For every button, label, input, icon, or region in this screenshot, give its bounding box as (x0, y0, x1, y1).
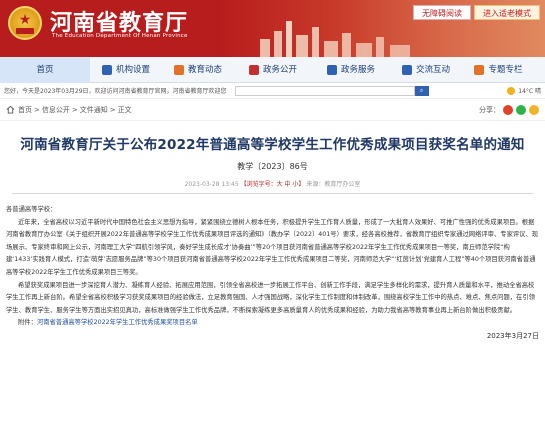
article-body: 各普通高等学校： 近年来，全省高校以习近平新时代中国特色社会主义思想为指导，紧紧… (6, 204, 539, 343)
share-bar: 分享： (479, 104, 539, 115)
breadcrumb-separator: > (34, 105, 40, 114)
breadcrumb-info[interactable]: 信息公开 (42, 105, 70, 115)
news-icon (173, 65, 184, 75)
qzone-share-icon[interactable] (529, 104, 539, 115)
search-button[interactable]: ⌕ (414, 85, 429, 96)
site-subtitle: The Education Department Of Henan Provin… (52, 33, 188, 39)
nav-institution[interactable]: 机构设置 (90, 57, 162, 83)
search-input[interactable] (234, 85, 415, 96)
info-bar: 您好，今天是2023年03月29日，欢迎访问河南省教育厅官网，河南省教育厅欢迎您… (0, 83, 545, 99)
share-label: 分享： (479, 105, 500, 114)
article: 河南省教育厅关于公布2022年普通高等学校学生工作优秀成果项目获奖名单的通知 教… (0, 133, 545, 343)
nav-interaction[interactable]: 交流互动 (390, 57, 462, 83)
wechat-share-icon[interactable] (516, 104, 526, 115)
nav-gov-affairs[interactable]: 政务公开 (234, 57, 312, 83)
font-size-suffix: 】 (298, 181, 305, 188)
breadcrumb-separator: > (71, 105, 78, 114)
sign-date: 2023年3月27日 (486, 331, 539, 340)
nav-topics[interactable]: 专题专栏 (462, 57, 535, 83)
nav-home-label: 首页 (36, 65, 54, 75)
nav-interaction-label: 交流互动 (415, 65, 450, 75)
national-emblem-logo: ★ (8, 6, 42, 40)
sun-icon (507, 86, 516, 95)
font-size-options[interactable]: 大 中 小 (277, 181, 299, 188)
nav-topics-label: 专题专栏 (488, 65, 523, 75)
attachment-link[interactable]: 河南省普通高等学校2022年学生工作优秀成果奖项目名单 (37, 319, 198, 326)
font-size-prefix: 【浏览字号： (240, 181, 277, 188)
paragraph-2: 希望获奖成果项目进一步深挖育人潜力、凝练育人经验、拓展应用范围，引领全省高校进一… (6, 281, 535, 314)
nav-news[interactable]: 教育动态 (162, 57, 234, 83)
salutation: 各普通高等学校： (6, 206, 57, 213)
welcome-date-text: 您好，今天是2023年03月29日，欢迎访问河南省教育厅官网，河南省教育厅欢迎您 (4, 88, 227, 95)
building-icon (101, 65, 112, 75)
article-meta: 2023-03-28 13:45 【浏览字号：大 中 小】 来源：教育厅办公室 (6, 179, 539, 188)
nav-gov-service-label: 政务服务 (340, 65, 375, 75)
main-nav: 首页 机构设置 教育动态 政务公开 政务服务 交流互动 专题专栏 (0, 57, 545, 83)
topic-icon (474, 65, 485, 75)
nav-gov-affairs-label: 政务公开 (262, 65, 297, 75)
weather-text: 14°C 晴 (518, 88, 541, 95)
nav-home[interactable]: 首页 (0, 57, 90, 83)
breadcrumb-notices[interactable]: 文件通知 (80, 105, 108, 115)
breadcrumb-current: 正文 (117, 105, 132, 114)
article-source: 来源：教育厅办公室 (306, 181, 361, 188)
article-title: 河南省教育厅关于公布2022年普通高等学校学生工作优秀成果项目获奖名单的通知 (20, 137, 525, 153)
title-divider (12, 193, 533, 194)
accessibility-button[interactable]: 无障碍阅读 (413, 5, 471, 20)
home-icon (6, 105, 15, 114)
breadcrumb-separator: > (109, 105, 116, 114)
doc-icon (248, 65, 259, 75)
weather-widget: 14°C 晴 (507, 86, 541, 95)
site-header: ★ 河南省教育厅 The Education Department Of Hen… (0, 0, 545, 57)
publish-date: 2023-03-28 13:45 (184, 181, 239, 188)
attachment-prefix: 附件： (18, 319, 37, 327)
city-skyline-image (260, 21, 410, 57)
nav-gov-service[interactable]: 政务服务 (312, 57, 390, 83)
paragraph-1: 近年来，全省高校以习近平新时代中国特色社会主义思想为指导，紧紧围绕立德树人根本任… (6, 218, 539, 276)
nav-news-label: 教育动态 (187, 65, 222, 75)
breadcrumb-home[interactable]: 首页 (18, 105, 32, 115)
document-number: 教学〔2023〕86号 (237, 162, 308, 171)
breadcrumb: 首页 > 信息公开 > 文件通知 > 正文 分享： (0, 99, 545, 121)
chat-icon (401, 65, 412, 75)
service-icon (326, 65, 337, 75)
nav-institution-label: 机构设置 (115, 65, 150, 75)
elder-mode-button[interactable]: 进入适老模式 (474, 5, 540, 20)
weibo-share-icon[interactable] (503, 104, 513, 115)
attachment-line: 附件：河南省普通高等学校2022年学生工作优秀成果奖项目名单 (6, 317, 539, 330)
